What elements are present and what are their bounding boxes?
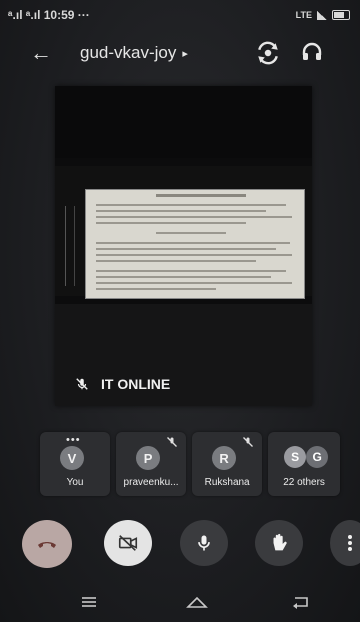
camera-off-icon xyxy=(118,535,138,551)
document-edge xyxy=(65,206,75,286)
more-options-icon[interactable]: ••• xyxy=(66,434,81,446)
switch-camera-icon[interactable] xyxy=(255,40,281,66)
video-background-top xyxy=(55,86,312,158)
shared-document-image xyxy=(85,189,305,299)
participant-tile-rukshana[interactable]: R Rukshana xyxy=(192,432,263,496)
mic-off-icon xyxy=(243,437,254,447)
mic-off-icon xyxy=(76,378,88,390)
meeting-top-bar: ← gud-vkav-joy ▸ xyxy=(0,34,360,70)
back-nav-icon xyxy=(293,597,308,609)
signal-icon xyxy=(317,10,327,20)
others-count-label: 22 others xyxy=(283,477,325,488)
presenter-label: IT ONLINE xyxy=(75,376,170,392)
vertical-dots-icon xyxy=(348,535,352,551)
battery-icon xyxy=(332,10,350,20)
status-time: ᵃ.ıl ᵃ.ıl 10:59 ··· xyxy=(8,8,90,22)
recent-apps-button[interactable] xyxy=(74,592,104,612)
microphone-toggle-button[interactable] xyxy=(180,520,228,566)
camera-toggle-button[interactable] xyxy=(104,520,152,566)
doc-header-line xyxy=(156,194,246,197)
audio-output-icon[interactable] xyxy=(300,40,324,64)
status-bar: ᵃ.ıl ᵃ.ıl 10:59 ··· LTE xyxy=(8,6,350,24)
participant-tile-praveen[interactable]: P praveenku... xyxy=(116,432,187,496)
hand-icon xyxy=(273,533,287,551)
mic-off-icon xyxy=(167,437,178,447)
participant-tile-you[interactable]: ••• V You xyxy=(40,432,111,496)
meeting-code: gud-vkav-joy xyxy=(80,43,177,62)
meeting-code-button[interactable]: gud-vkav-joy ▸ xyxy=(80,43,188,63)
participant-name: You xyxy=(66,477,84,488)
avatar: S xyxy=(284,446,307,468)
system-navigation-bar xyxy=(0,590,360,618)
network-type: LTE xyxy=(295,10,312,20)
status-left: ᵃ.ıl ᵃ.ıl 10:59 ··· xyxy=(8,8,90,22)
status-right: LTE xyxy=(296,10,350,20)
phone-hangup-icon xyxy=(38,542,56,548)
more-options-button[interactable] xyxy=(330,520,360,566)
meeting-info-arrow-icon: ▸ xyxy=(182,47,188,60)
avatar: V xyxy=(60,446,84,470)
participant-strip: ••• V You P praveenku... R Rukshana S G … xyxy=(40,432,341,496)
phone-screen: ᵃ.ıl ᵃ.ıl 10:59 ··· LTE ← gud-vkav-joy ▸ xyxy=(0,0,360,622)
avatar: R xyxy=(212,446,237,470)
microphone-icon xyxy=(198,535,210,551)
participant-name: Rukshana xyxy=(204,477,250,488)
call-controls xyxy=(0,516,360,568)
menu-lines-icon xyxy=(82,597,96,607)
presenter-video-tile[interactable]: IT ONLINE xyxy=(55,86,312,406)
end-call-button[interactable] xyxy=(22,520,72,568)
avatar: P xyxy=(136,446,161,470)
back-button[interactable] xyxy=(286,592,316,612)
presenter-name: IT ONLINE xyxy=(101,376,171,392)
participant-name: praveenku... xyxy=(123,477,179,488)
raise-hand-button[interactable] xyxy=(255,520,303,566)
home-button[interactable] xyxy=(182,592,212,612)
participant-tile-others[interactable]: S G 22 others xyxy=(268,432,341,496)
avatar: G xyxy=(306,446,329,468)
back-arrow-icon[interactable]: ← xyxy=(30,40,52,66)
home-icon xyxy=(186,596,208,608)
